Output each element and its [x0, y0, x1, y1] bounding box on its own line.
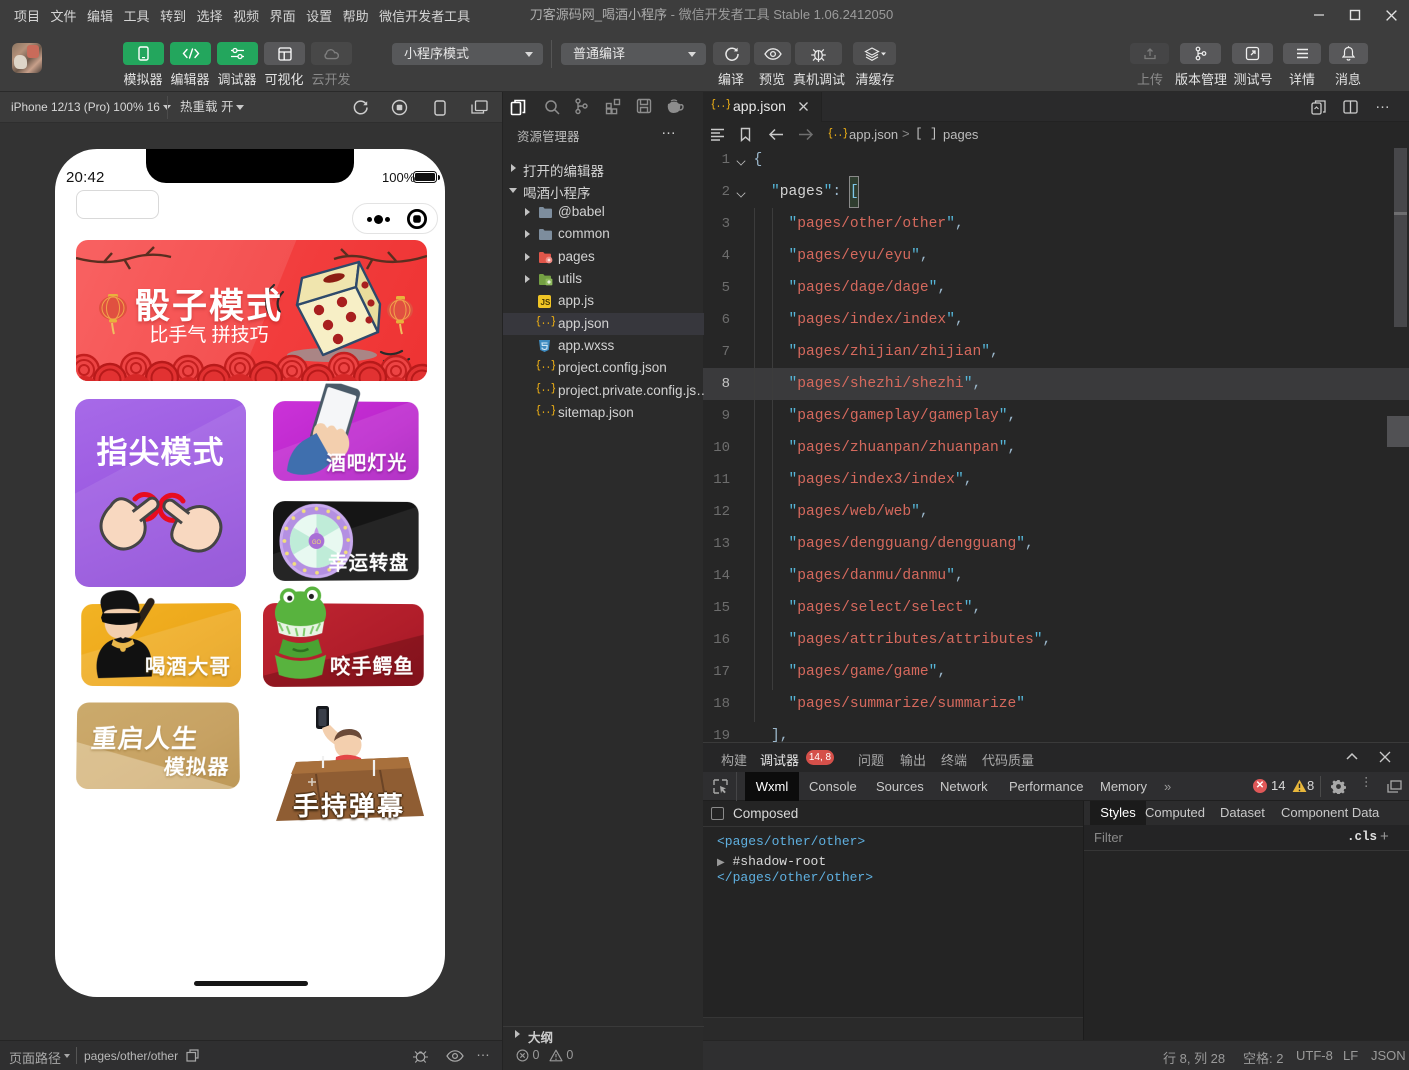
svg-text:GO: GO — [312, 540, 321, 546]
